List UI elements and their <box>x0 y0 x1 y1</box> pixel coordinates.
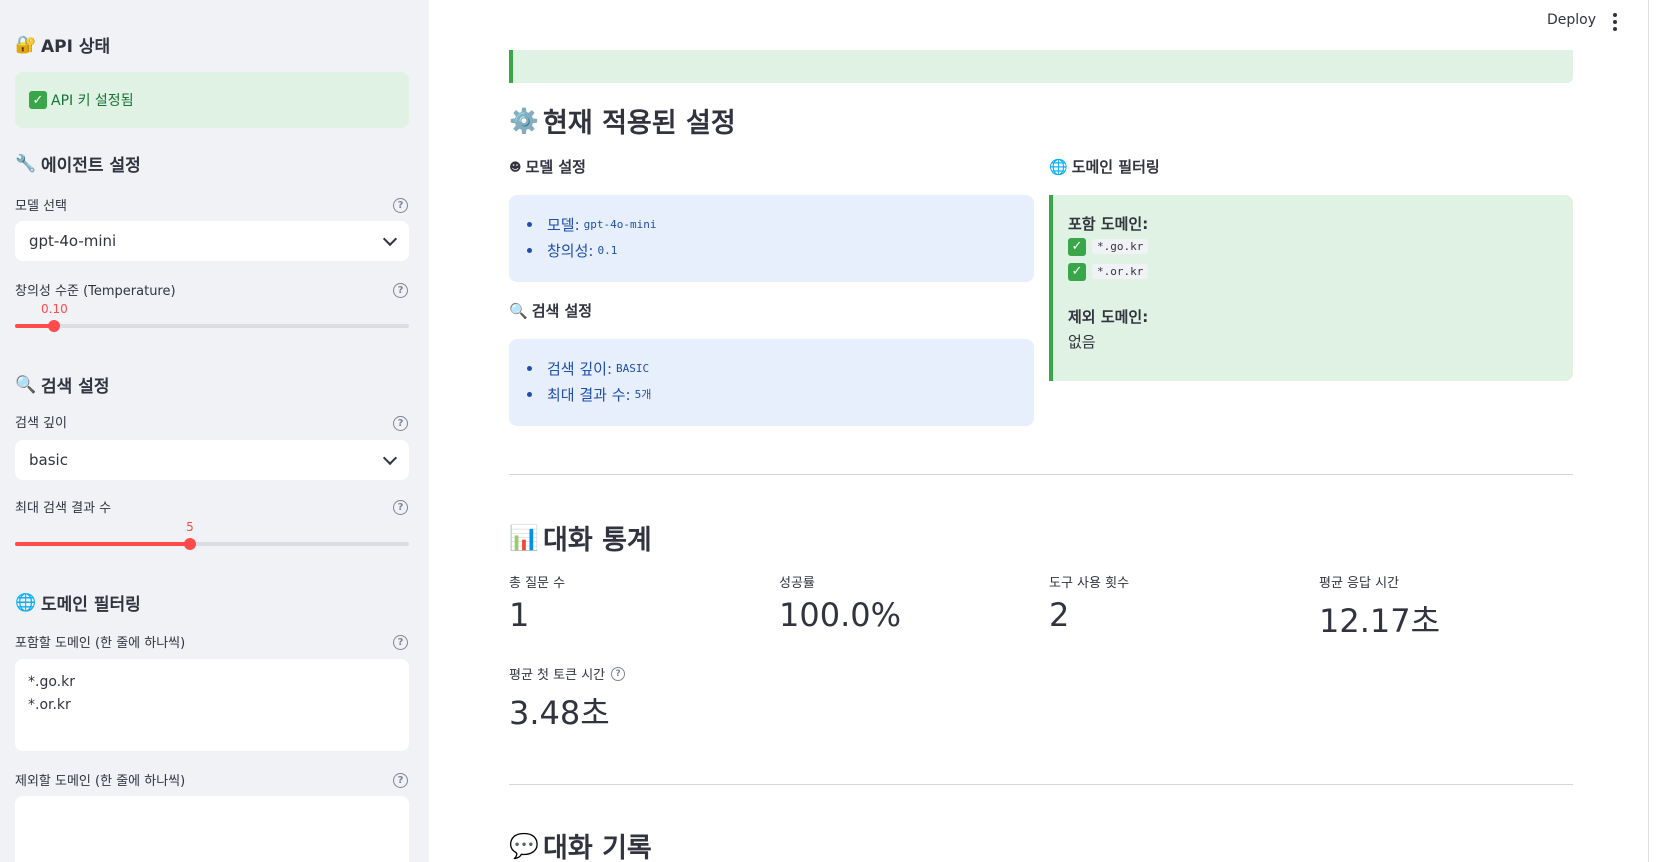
help-icon[interactable]: ? <box>393 635 408 650</box>
stats-heading: 📊 대화 통계 <box>509 523 652 557</box>
metric-value: 100.0% <box>779 596 902 634</box>
current-settings-heading: ⚙️ 현재 적용된 설정 <box>509 106 736 140</box>
include-domains-title: 포함 도메인: <box>1068 215 1149 233</box>
deploy-button[interactable]: Deploy <box>1547 12 1596 28</box>
search-settings-heading: 🔍 검색 설정 <box>15 374 110 398</box>
first-token-label: 평균 첫 토큰 시간 ? <box>509 664 626 683</box>
search-depth-label: 검색 깊이 <box>15 416 67 431</box>
temperature-slider[interactable]: 0.10 <box>15 302 409 332</box>
temperature-label: 창의성 수준 (Temperature) <box>15 284 176 299</box>
help-icon[interactable]: ? <box>393 500 408 515</box>
sidebar: 🔐 API 상태 ✓ API 키 설정됨 🔧 에이전트 설정 모델 선택 ? g… <box>0 0 429 862</box>
check-icon: ✓ <box>1068 262 1086 281</box>
divider <box>509 474 1573 475</box>
help-icon[interactable]: ? <box>393 416 408 431</box>
globe-icon: 🌐 <box>15 592 37 613</box>
list-item: 검색 깊이: BASIC <box>527 355 1034 381</box>
check-icon: ✓ <box>29 91 47 109</box>
search-info-box: 검색 깊이: BASIC 최대 결과 수: 5개 <box>509 339 1034 426</box>
scrollbar[interactable] <box>1648 0 1660 862</box>
help-icon[interactable]: ? <box>393 773 408 788</box>
max-results-label: 최대 검색 결과 수 <box>15 501 112 516</box>
model-select-label: 모델 선택 <box>15 199 67 214</box>
divider <box>509 784 1573 785</box>
help-icon[interactable]: ? <box>393 283 408 298</box>
exclude-domains-value: 없음 <box>1068 333 1096 351</box>
metric-label: 도구 사용 횟수 <box>1049 576 1130 591</box>
list-item: 창의성: 0.1 <box>527 237 1034 263</box>
lock-icon: 🔐 <box>15 34 37 55</box>
list-item: 모델: gpt-4o-mini <box>527 211 1034 237</box>
chevron-down-icon <box>382 450 398 465</box>
max-results-slider[interactable]: 5 <box>15 520 409 550</box>
slider-fill <box>15 542 190 546</box>
robot-icon: ☻ <box>509 159 522 174</box>
metric-label: 총 질문 수 <box>509 576 566 591</box>
slider-value: 5 <box>186 520 194 534</box>
domain-row: ✓ *.go.kr <box>1068 234 1573 259</box>
wrench-icon: 🔧 <box>15 153 37 174</box>
search-icon: 🔍 <box>509 301 528 320</box>
main-menu-icon[interactable] <box>1611 13 1619 31</box>
domain-row: ✓ *.or.kr <box>1068 259 1573 284</box>
globe-icon: 🌐 <box>1049 157 1068 176</box>
include-domains-textarea[interactable]: *.go.kr *.or.kr <box>15 659 409 751</box>
exclude-domains-label: 제외할 도메인 (한 줄에 하나씩) <box>15 774 186 789</box>
api-status-success-box: ✓ API 키 설정됨 <box>15 72 409 128</box>
metric-value: 12.17초 <box>1319 602 1441 640</box>
model-settings-heading: ☻ 모델 설정 <box>509 158 586 176</box>
slider-value: 0.10 <box>41 302 68 316</box>
chart-icon: 📊 <box>509 523 539 552</box>
metric-label: 성공률 <box>779 576 815 591</box>
slider-thumb[interactable] <box>48 320 61 332</box>
domain-filter-box: 포함 도메인: ✓ *.go.kr ✓ *.or.kr 제외 도메인: 없음 <box>1049 195 1573 381</box>
help-icon[interactable]: ? <box>393 198 408 213</box>
gear-icon: ⚙️ <box>509 106 539 135</box>
success-banner <box>509 50 1573 83</box>
metric-label: 평균 응답 시간 <box>1319 576 1400 591</box>
metric-value: 1 <box>509 596 530 634</box>
domain-filter-heading: 🌐 도메인 필터링 <box>1049 157 1160 177</box>
search-settings-heading: 🔍 검색 설정 <box>509 301 593 321</box>
model-info-box: 모델: gpt-4o-mini 창의성: 0.1 <box>509 195 1034 282</box>
include-domains-label: 포함할 도메인 (한 줄에 하나씩) <box>15 636 186 651</box>
search-icon: 🔍 <box>15 374 37 395</box>
metric-value: 2 <box>1049 596 1070 634</box>
domain-filter-heading: 🌐 도메인 필터링 <box>15 592 141 616</box>
agent-settings-heading: 🔧 에이전트 설정 <box>15 153 141 177</box>
check-icon: ✓ <box>1068 237 1086 256</box>
main-content: Deploy ⚙️ 현재 적용된 설정 ☻ 모델 설정 모델: gpt-4o-mi… <box>429 0 1660 862</box>
slider-thumb[interactable] <box>183 538 196 550</box>
model-select[interactable]: gpt-4o-mini <box>15 221 409 261</box>
speech-bubble-icon: 💬 <box>509 831 539 860</box>
api-status-heading: 🔐 API 상태 <box>15 34 111 58</box>
exclude-domains-title: 제외 도메인: <box>1068 308 1149 326</box>
first-token-value: 3.48초 <box>509 694 610 732</box>
exclude-domains-textarea[interactable] <box>15 796 409 862</box>
help-icon[interactable]: ? <box>611 666 626 681</box>
search-depth-select[interactable]: basic <box>15 440 409 480</box>
chevron-down-icon <box>382 231 398 246</box>
history-heading: 💬 대화 기록 <box>509 831 652 862</box>
list-item: 최대 결과 수: 5개 <box>527 381 1034 407</box>
